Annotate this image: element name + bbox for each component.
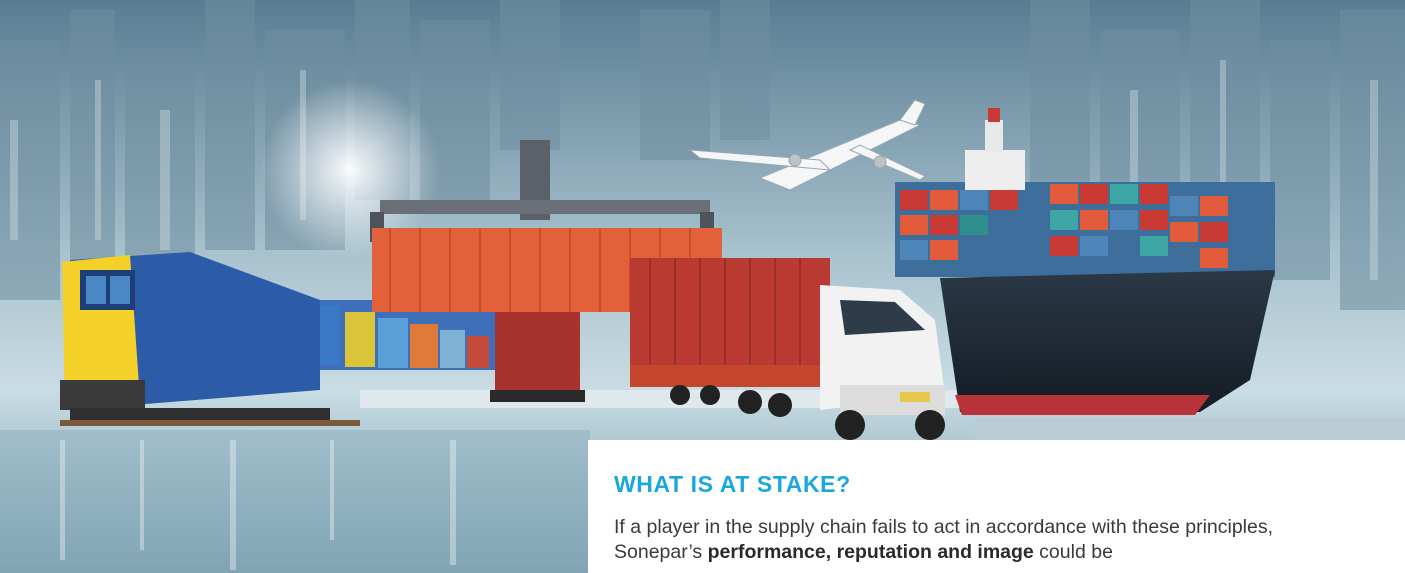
body-text-part2: could be: [1033, 540, 1113, 563]
section-title: WHAT IS AT STAKE?: [614, 471, 851, 497]
body-text-bold: performance, reputation and image: [707, 540, 1034, 563]
section-body: If a player in the supply chain fails to…: [614, 515, 1314, 564]
content-card: WHAT IS AT STAKE? If a player in the sup…: [588, 440, 1405, 573]
